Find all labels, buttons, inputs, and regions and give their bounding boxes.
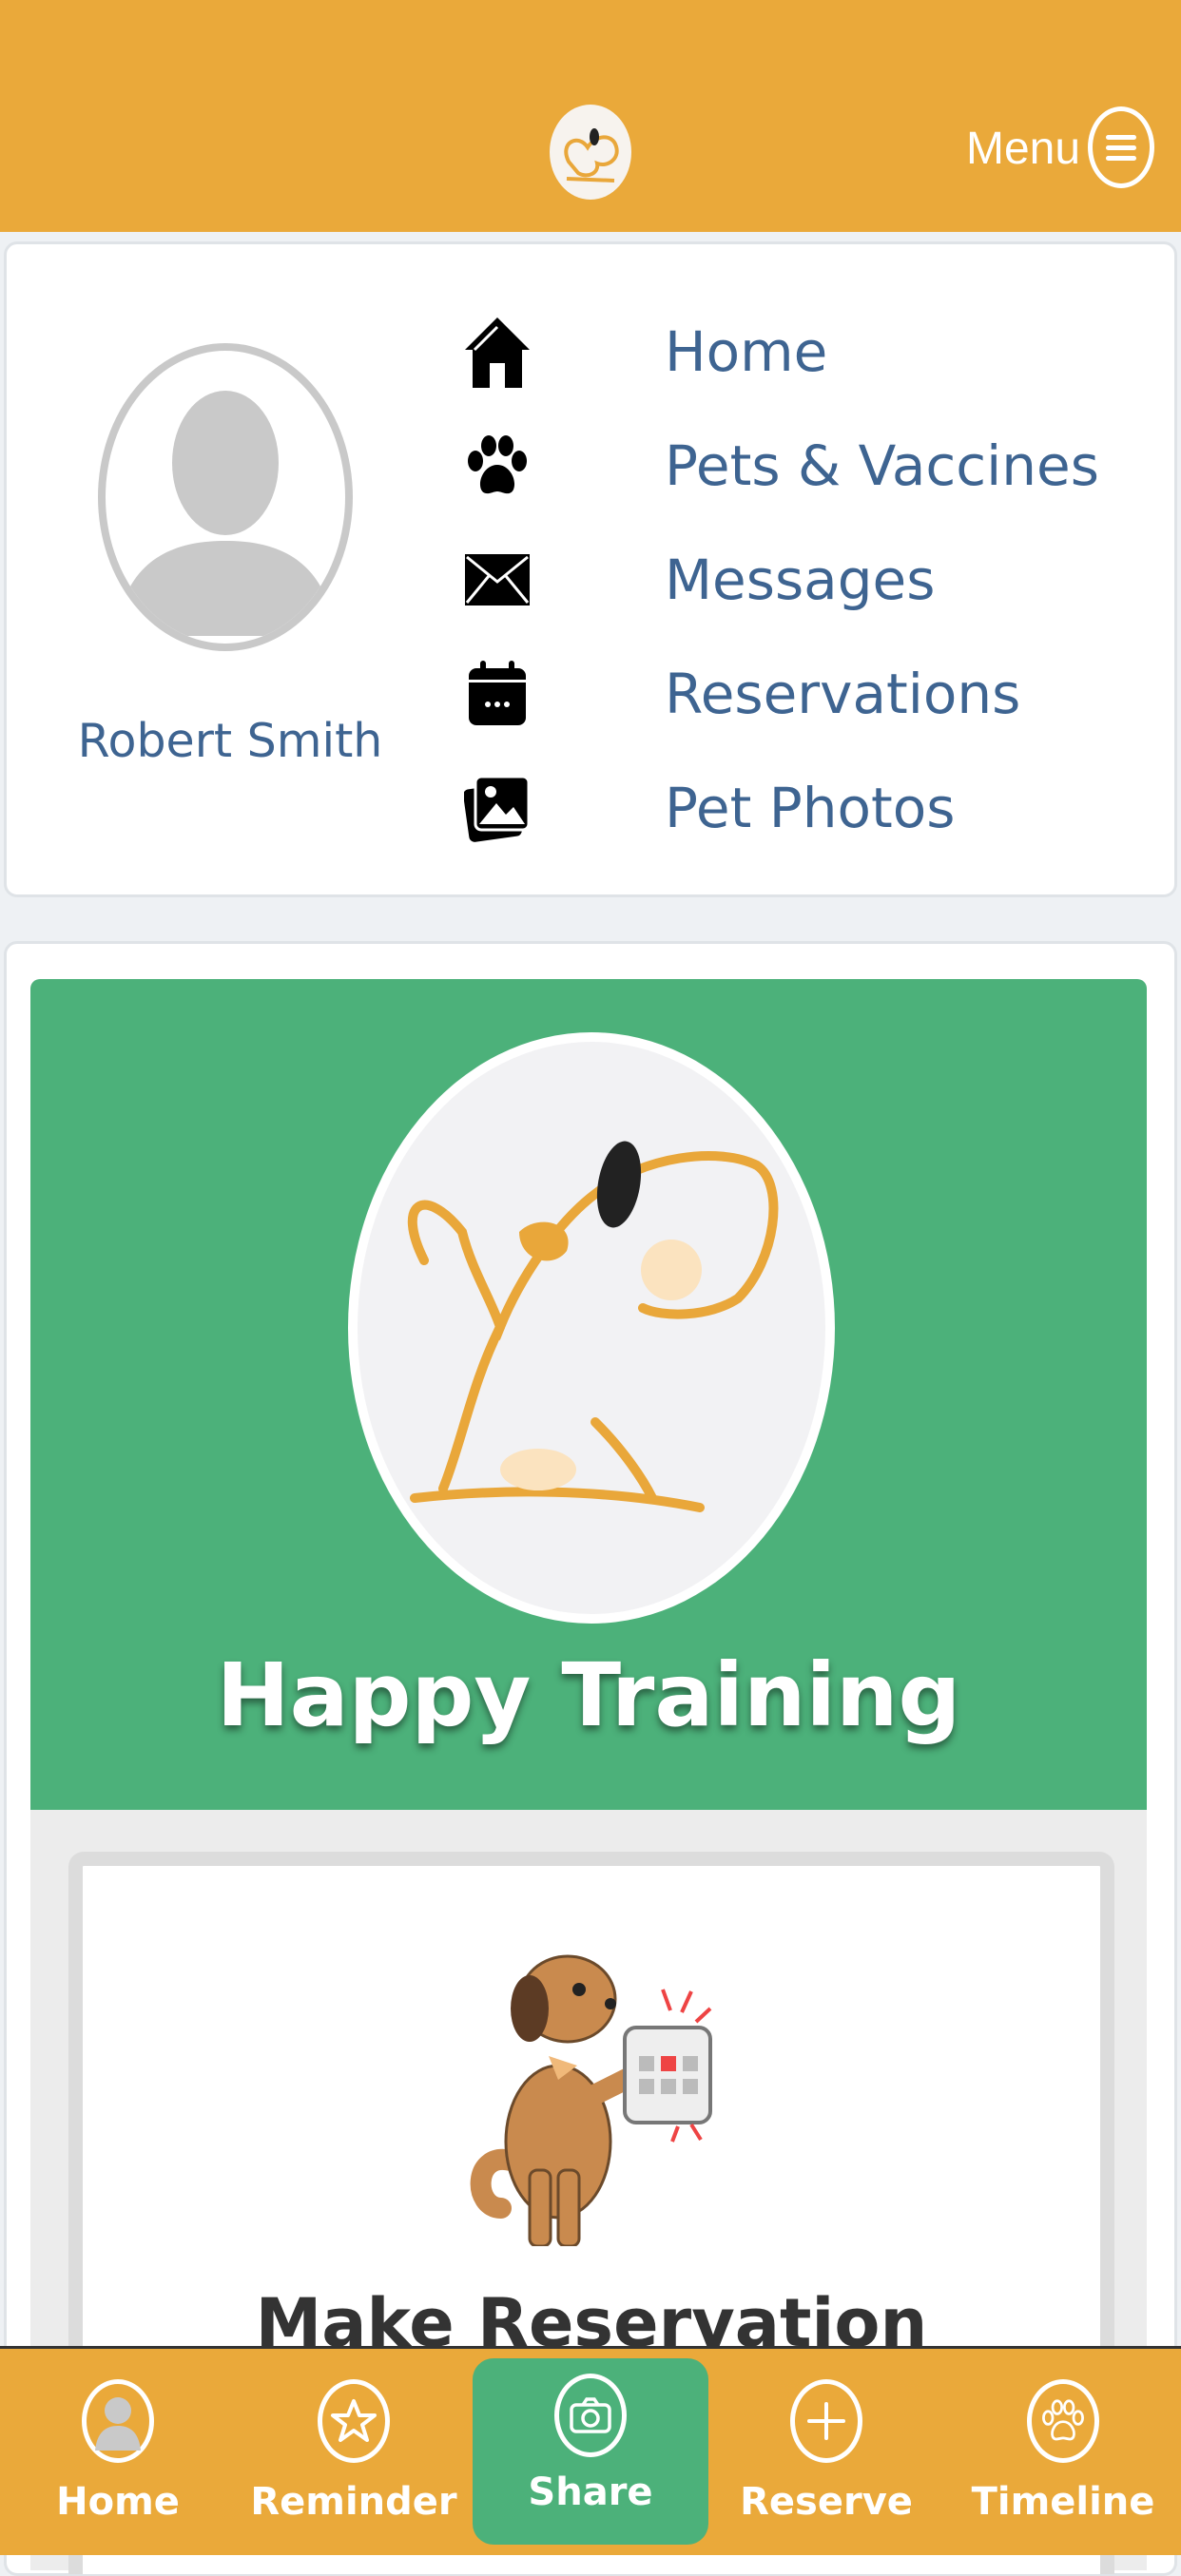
nav-item-reservations[interactable]: Reservations (459, 651, 1020, 737)
nav-item-label: Messages (665, 548, 936, 612)
tab-timeline[interactable]: Timeline (945, 2349, 1181, 2558)
nav-item-label: Home (665, 319, 828, 384)
top-header: Menu (0, 0, 1181, 232)
nav-item-home[interactable]: Home (459, 309, 827, 394)
nav-item-pet-photos[interactable]: Pet Photos (459, 765, 955, 851)
tab-label: Reminder (250, 2480, 457, 2524)
dog-calendar-illustration-icon (454, 1923, 739, 2248)
star-icon (318, 2379, 390, 2463)
nav-item-pets-vaccines[interactable]: Pets & Vaccines (459, 423, 1099, 509)
calendar-icon (459, 656, 535, 732)
dog-illustration-icon (348, 1032, 835, 1624)
tab-label: Share (528, 2470, 653, 2514)
dog-logo-icon[interactable] (550, 105, 631, 200)
tab-label: Reserve (740, 2480, 913, 2524)
tab-label: Home (56, 2480, 180, 2524)
happy-training-banner[interactable]: Happy Training (30, 979, 1147, 1810)
paw-icon (1027, 2379, 1099, 2463)
nav-item-label: Pet Photos (665, 776, 956, 840)
nav-item-messages[interactable]: Messages (459, 537, 935, 623)
tab-share[interactable]: Share (473, 2358, 708, 2545)
tab-reminder[interactable]: Reminder (236, 2349, 472, 2558)
hero-title: Happy Training (216, 1644, 961, 1746)
camera-icon (554, 2374, 627, 2457)
bottom-tab-bar: Home Reminder Share Reserve Timeline (0, 2346, 1181, 2555)
nav-item-label: Pets & Vaccines (665, 433, 1099, 498)
photos-icon (459, 770, 535, 846)
user-name: Robert Smith (77, 714, 383, 768)
user-icon (82, 2379, 154, 2463)
envelope-icon (459, 542, 535, 618)
home-icon (459, 314, 535, 390)
paw-icon (459, 428, 535, 504)
profile-card: Robert Smith Home Pets & Vaccines Messag… (4, 241, 1177, 897)
nav-item-label: Reservations (665, 662, 1021, 726)
avatar[interactable] (98, 343, 353, 651)
tab-reserve[interactable]: Reserve (708, 2349, 944, 2558)
menu-label[interactable]: Menu (966, 116, 1080, 183)
tab-home[interactable]: Home (0, 2349, 236, 2558)
plus-icon (790, 2379, 862, 2463)
tab-label: Timeline (971, 2480, 1155, 2524)
menu-hamburger-icon[interactable] (1088, 106, 1154, 188)
